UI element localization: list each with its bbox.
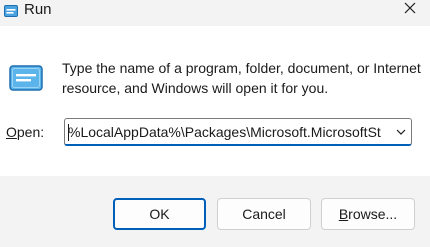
open-label-text: pen: [16,124,45,140]
cancel-button[interactable]: Cancel [217,198,311,230]
open-label: Open: [6,124,44,140]
text-cursor [68,124,69,141]
browse-button[interactable]: Browse... [321,198,415,230]
close-icon [404,1,416,19]
close-button[interactable] [396,0,424,20]
open-input[interactable]: %LocalAppData%\Packages\Microsoft.Micros… [68,124,389,140]
window-title: Run [24,1,52,18]
title-bar[interactable]: Run [0,0,430,26]
instruction-text: Type the name of a program, folder, docu… [62,60,421,96]
ok-button[interactable]: OK [113,198,206,230]
browse-accelerator: B [338,206,349,222]
dialog-content: Type the name of a program, folder, docu… [0,26,430,176]
chevron-down-icon[interactable] [394,125,408,139]
run-dialog: Run Type the name of a program, folder, … [0,0,430,247]
browse-label: rowse... [348,206,398,222]
open-label-accelerator: O [6,124,17,140]
open-combobox[interactable]: %LocalAppData%\Packages\Microsoft.Micros… [64,118,412,146]
run-program-icon [9,65,43,91]
run-icon [4,4,18,17]
